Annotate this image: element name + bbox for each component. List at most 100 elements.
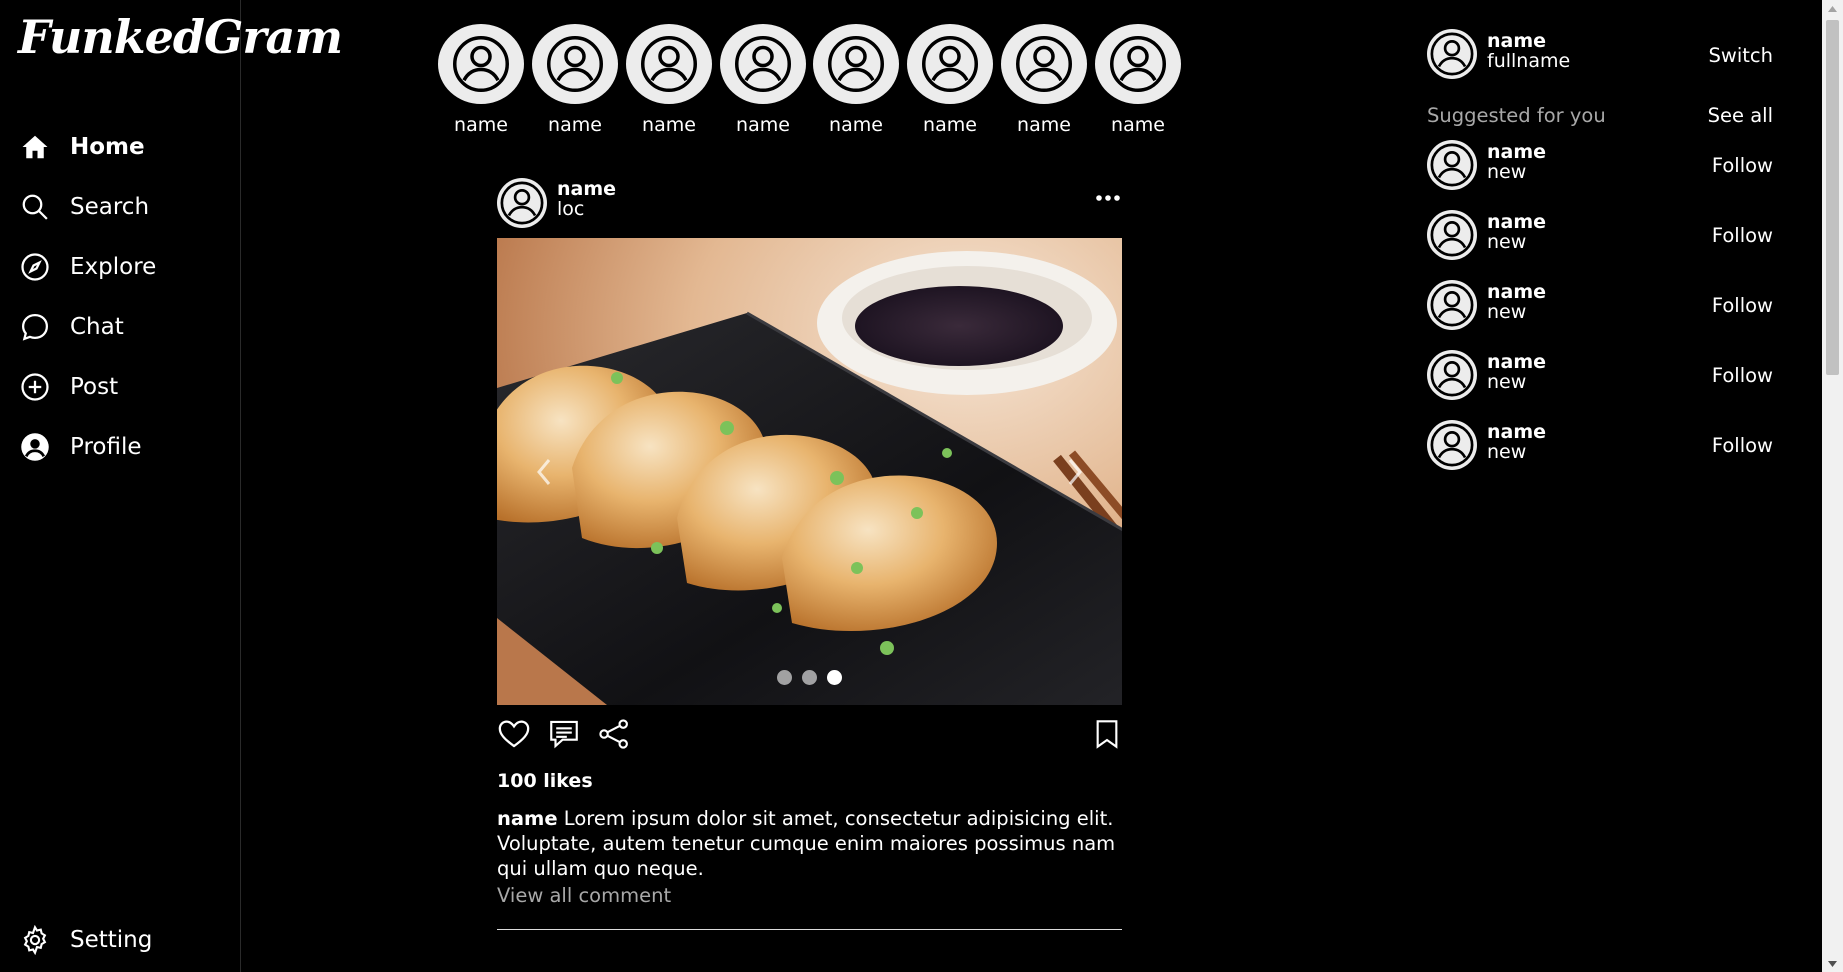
sidebar-item-explore[interactable]: Explore [18, 247, 156, 287]
story-item[interactable]: name [438, 24, 524, 136]
current-user-fullname: fullname [1487, 50, 1571, 72]
story-item[interactable]: name [813, 24, 899, 136]
post-image[interactable] [497, 238, 1122, 705]
home-icon [18, 130, 52, 164]
suggestion-item: name new Follow [1427, 210, 1773, 260]
suggestions-title: Suggested for you [1427, 104, 1606, 127]
view-all-comments-link[interactable]: View all comment [497, 884, 671, 907]
compass-icon [18, 250, 52, 284]
post-location[interactable]: loc [557, 198, 584, 220]
post-username[interactable]: name [557, 178, 616, 200]
current-user-avatar[interactable] [1427, 29, 1477, 79]
carousel-dot-active[interactable] [827, 670, 842, 685]
story-username: name [454, 114, 508, 136]
page-scrollbar[interactable] [1822, 0, 1843, 972]
suggestion-avatar[interactable] [1427, 280, 1477, 330]
user-icon [1430, 32, 1474, 76]
carousel-next-button[interactable] [1060, 454, 1090, 490]
sidebar-item-label: Explore [70, 254, 157, 280]
sidebar-item-label: Chat [70, 314, 124, 340]
user-icon [547, 36, 603, 92]
user-icon [1430, 423, 1474, 467]
suggestion-name[interactable]: name [1487, 281, 1546, 303]
follow-button[interactable]: Follow [1712, 434, 1773, 457]
carousel-dot[interactable] [777, 670, 792, 685]
sidebar-item-label: Setting [70, 927, 153, 953]
sidebar-item-post[interactable]: Post [18, 367, 118, 407]
story-item[interactable]: name [720, 24, 806, 136]
chevron-right-icon [1068, 459, 1082, 485]
follow-button[interactable]: Follow [1712, 224, 1773, 247]
see-all-link[interactable]: See all [1708, 104, 1773, 127]
suggestion-subtext: new [1487, 441, 1527, 463]
current-user-name[interactable]: name [1487, 30, 1546, 52]
carousel-prev-button[interactable] [529, 454, 559, 490]
user-icon [1430, 143, 1474, 187]
suggestion-name[interactable]: name [1487, 211, 1546, 233]
story-item[interactable]: name [907, 24, 993, 136]
suggestion-item: name new Follow [1427, 420, 1773, 470]
suggestion-avatar[interactable] [1427, 210, 1477, 260]
suggestion-avatar[interactable] [1427, 420, 1477, 470]
suggestion-avatar[interactable] [1427, 350, 1477, 400]
story-item[interactable]: name [1095, 24, 1181, 136]
carousel-dots [497, 670, 1122, 685]
user-icon [735, 36, 791, 92]
suggestion-name[interactable]: name [1487, 141, 1546, 163]
sidebar-item-profile[interactable]: Profile [18, 427, 142, 467]
suggestion-name[interactable]: name [1487, 421, 1546, 443]
user-icon [453, 36, 509, 92]
caption-username[interactable]: name [497, 807, 558, 830]
follow-button[interactable]: Follow [1712, 154, 1773, 177]
story-item[interactable]: name [532, 24, 618, 136]
story-avatar [438, 24, 524, 104]
suggestion-avatar[interactable] [1427, 140, 1477, 190]
suggestion-item: name new Follow [1427, 280, 1773, 330]
carousel-dot[interactable] [802, 670, 817, 685]
sidebar-item-search[interactable]: Search [18, 187, 149, 227]
post-caption: name Lorem ipsum dolor sit amet, consect… [497, 806, 1122, 881]
sidebar-item-label: Search [70, 194, 150, 220]
app-logo[interactable]: FunkedGram [18, 14, 343, 60]
current-user: name fullname Switch [1427, 29, 1773, 79]
chat-bubble-icon [18, 310, 52, 344]
suggestion-name[interactable]: name [1487, 351, 1546, 373]
like-count[interactable]: 100 likes [497, 770, 593, 792]
sidebar-item-home[interactable]: Home [18, 127, 145, 167]
chevron-left-icon [537, 459, 551, 485]
search-icon [18, 190, 52, 224]
story-item[interactable]: name [1001, 24, 1087, 136]
sidebar-item-chat[interactable]: Chat [18, 307, 124, 347]
share-icon[interactable] [597, 717, 631, 751]
scroll-up-arrow-icon[interactable] [1822, 0, 1843, 17]
sidebar: FunkedGram Home Search Explore Chat Post [0, 0, 343, 972]
story-username: name [1017, 114, 1071, 136]
story-username: name [1111, 114, 1165, 136]
user-icon [500, 181, 544, 225]
story-item[interactable]: name [626, 24, 712, 136]
more-options-icon[interactable] [1094, 186, 1122, 210]
user-icon [828, 36, 884, 92]
bookmark-icon[interactable] [1091, 717, 1125, 751]
suggestion-subtext: new [1487, 161, 1527, 183]
follow-button[interactable]: Follow [1712, 294, 1773, 317]
sidebar-item-label: Post [70, 374, 119, 400]
follow-button[interactable]: Follow [1712, 364, 1773, 387]
story-username: name [548, 114, 602, 136]
sidebar-item-setting[interactable]: Setting [18, 920, 152, 960]
scroll-down-arrow-icon[interactable] [1822, 955, 1843, 972]
user-icon [1430, 213, 1474, 257]
switch-account-button[interactable]: Switch [1709, 44, 1773, 67]
story-avatar [720, 24, 806, 104]
dumplings-photo [497, 238, 1122, 705]
comment-icon[interactable] [547, 717, 581, 751]
user-icon [641, 36, 697, 92]
sidebar-item-label: Profile [70, 434, 142, 460]
story-avatar [626, 24, 712, 104]
suggestion-item: name new Follow [1427, 140, 1773, 190]
post-avatar[interactable] [497, 178, 547, 228]
post-header: name loc [497, 178, 1122, 228]
scrollbar-thumb[interactable] [1826, 20, 1839, 375]
gear-icon [18, 923, 52, 957]
like-heart-icon[interactable] [497, 717, 531, 751]
